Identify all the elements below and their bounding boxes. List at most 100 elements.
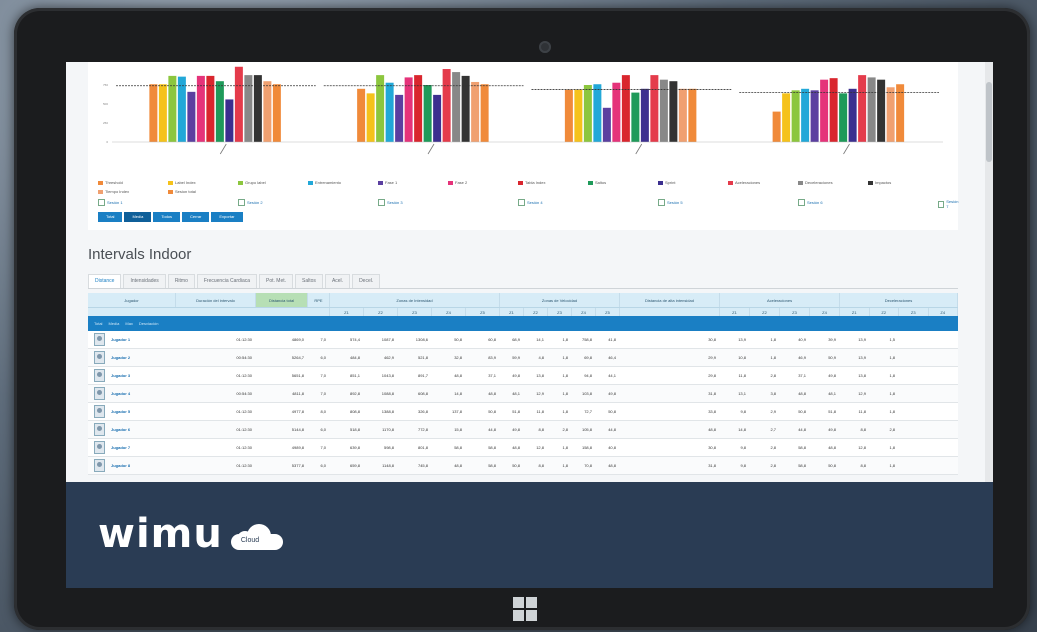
- cerrar-button[interactable]: Cerrar: [182, 212, 210, 222]
- player-name-link[interactable]: Jugador 7: [111, 445, 130, 450]
- table-cell: 2,8: [770, 463, 776, 468]
- tab-4[interactable]: Pot. Met.: [259, 274, 294, 288]
- tab-0[interactable]: Distance: [88, 274, 122, 288]
- checkbox-icon[interactable]: [798, 199, 805, 206]
- table-cell: 29,9: [708, 355, 716, 360]
- table-cell: 7,0: [320, 391, 326, 396]
- legend-item[interactable]: Entrenamiento: [308, 180, 341, 185]
- legend-item[interactable]: Sesion total: [168, 189, 196, 194]
- player-name-link[interactable]: Jugador 3: [111, 373, 130, 378]
- session-checkbox[interactable]: Sesión 4: [518, 199, 543, 206]
- table-row[interactable]: Jugador 3 01:12:30 5651,8 7,0 851,1 1043,8 891…: [88, 367, 958, 385]
- legend-item[interactable]: Tabla Index: [518, 180, 545, 185]
- avatar-icon: [94, 441, 105, 454]
- table-cell: 13,1: [738, 391, 746, 396]
- media-button[interactable]: Media: [124, 212, 152, 222]
- legend-label: Fase 1: [385, 180, 398, 185]
- table-cell: 2,8: [562, 427, 568, 432]
- scroll-thumb[interactable]: [986, 82, 992, 162]
- table-row[interactable]: Jugador 6 01:12:30 5144,8 6,0 518,8 1170,8 772…: [88, 421, 958, 439]
- legend-item[interactable]: Tiempo Index: [98, 189, 129, 194]
- subheader-spacer: [620, 308, 720, 316]
- session-checkbox[interactable]: Sesión 1: [98, 199, 123, 206]
- player-name-link[interactable]: Jugador 1: [111, 337, 130, 342]
- sub-header: Z4: [929, 308, 958, 316]
- legend-label: Fase 2: [455, 180, 468, 185]
- avatar-icon: [94, 459, 105, 472]
- column-header[interactable]: Aceleraciones: [720, 293, 840, 307]
- column-header[interactable]: Distancia total: [256, 293, 308, 307]
- export-button[interactable]: Exportar: [211, 212, 243, 222]
- table-row[interactable]: Jugador 4 00:54:30 4811,8 7,0 892,8 1088,8 608…: [88, 385, 958, 403]
- legend-item[interactable]: Impactos: [868, 180, 891, 185]
- session-checkbox[interactable]: Sesión 3: [378, 199, 403, 206]
- legend-label: Sesion total: [175, 189, 196, 194]
- legend-label: Threshold: [105, 180, 123, 185]
- legend-item[interactable]: Grupo label: [238, 180, 266, 185]
- todos-button[interactable]: Todos: [153, 212, 181, 222]
- tab-2[interactable]: Ritmo: [167, 274, 195, 288]
- table-cell: 48,8: [798, 391, 806, 396]
- session-checkbox[interactable]: Sesión 5: [658, 199, 683, 206]
- column-header[interactable]: Distancia de alta intensidad: [620, 293, 720, 307]
- session-checkbox[interactable]: Sesión 7: [938, 199, 959, 209]
- checkbox-icon[interactable]: [938, 200, 945, 208]
- tab-7[interactable]: Decel.: [352, 274, 381, 288]
- table-cell: 14,1: [536, 337, 544, 342]
- checkbox-icon[interactable]: [238, 199, 245, 206]
- legend-item[interactable]: Threshold: [98, 180, 123, 185]
- legend-item[interactable]: Fase 1: [378, 180, 397, 185]
- bar: [168, 75, 177, 142]
- table-cell: 1,8: [889, 463, 895, 468]
- session-checkbox[interactable]: Sesión 6: [798, 199, 823, 206]
- table-cell: 1388,8: [381, 409, 394, 414]
- bar: [659, 79, 668, 142]
- checkbox-icon[interactable]: [98, 199, 105, 206]
- checkbox-icon[interactable]: [518, 199, 525, 206]
- windows-logo-icon[interactable]: [513, 597, 537, 621]
- column-header[interactable]: Deceleraciones: [840, 293, 958, 307]
- table-row[interactable]: Jugador 5 01:12:30 4977,8 8,0 808,8 1388,8 326…: [88, 403, 958, 421]
- checkbox-icon[interactable]: [658, 199, 665, 206]
- table-cell: 9,8: [740, 463, 746, 468]
- column-header[interactable]: Zonas de Velocidad: [500, 293, 620, 307]
- tab-5[interactable]: Saltos: [295, 274, 323, 288]
- column-header[interactable]: Jugador: [88, 293, 176, 307]
- player-name-link[interactable]: Jugador 5: [111, 409, 130, 414]
- table-cell: 44,8: [488, 427, 496, 432]
- player-name-link[interactable]: Jugador 8: [111, 463, 130, 468]
- column-header[interactable]: Duración del intervalo: [176, 293, 256, 307]
- player-name-link[interactable]: Jugador 6: [111, 427, 130, 432]
- table-cell: 51,8: [828, 409, 836, 414]
- legend-label: Label Index: [175, 180, 196, 185]
- bar: [357, 88, 366, 142]
- session-checkbox[interactable]: Sesión 2: [238, 199, 263, 206]
- legend-item[interactable]: Fase 2: [448, 180, 467, 185]
- bar: [782, 93, 791, 142]
- checkbox-icon[interactable]: [378, 199, 385, 206]
- table-cell: 2,8: [770, 445, 776, 450]
- table-cell: 11,8: [858, 409, 867, 414]
- scrollbar[interactable]: [985, 62, 993, 482]
- table-row[interactable]: Jugador 8 01:12:30 5377,8 6,0 659,8 1148,8 745…: [88, 457, 958, 475]
- total-button[interactable]: Total: [98, 212, 123, 222]
- tab-3[interactable]: Frecuencia Cardiaca: [196, 274, 258, 288]
- bar: [244, 75, 253, 142]
- legend-item[interactable]: Label Index: [168, 180, 196, 185]
- tab-6[interactable]: Acel.: [324, 274, 351, 288]
- legend-item[interactable]: Sprint: [658, 180, 675, 185]
- legend-item[interactable]: Saltos: [588, 180, 606, 185]
- legend-swatch: [98, 189, 103, 194]
- column-header[interactable]: Zonas de Intensidad: [330, 293, 500, 307]
- tab-1[interactable]: Intensidades: [123, 274, 166, 288]
- table-row[interactable]: Jugador 7 01:12:30 4989,8 7,0 639,8 598,8 801,…: [88, 439, 958, 457]
- legend-item[interactable]: Deceleraciones: [798, 180, 833, 185]
- legend-item[interactable]: Aceleraciones: [728, 180, 760, 185]
- column-header[interactable]: RPE: [308, 293, 330, 307]
- table-row[interactable]: Jugador 1 01:12:30 4869,0 7,0 574,4 1087,8 130…: [88, 331, 958, 349]
- session-label: Sesión 3: [387, 200, 403, 205]
- player-name-link[interactable]: Jugador 2: [111, 355, 130, 360]
- table-row[interactable]: Jugador 2 00:54:30 5264,7 6,0 484,8 462,9 521,…: [88, 349, 958, 367]
- player-name-link[interactable]: Jugador 4: [111, 391, 130, 396]
- session-label: Sesión 7: [946, 199, 959, 209]
